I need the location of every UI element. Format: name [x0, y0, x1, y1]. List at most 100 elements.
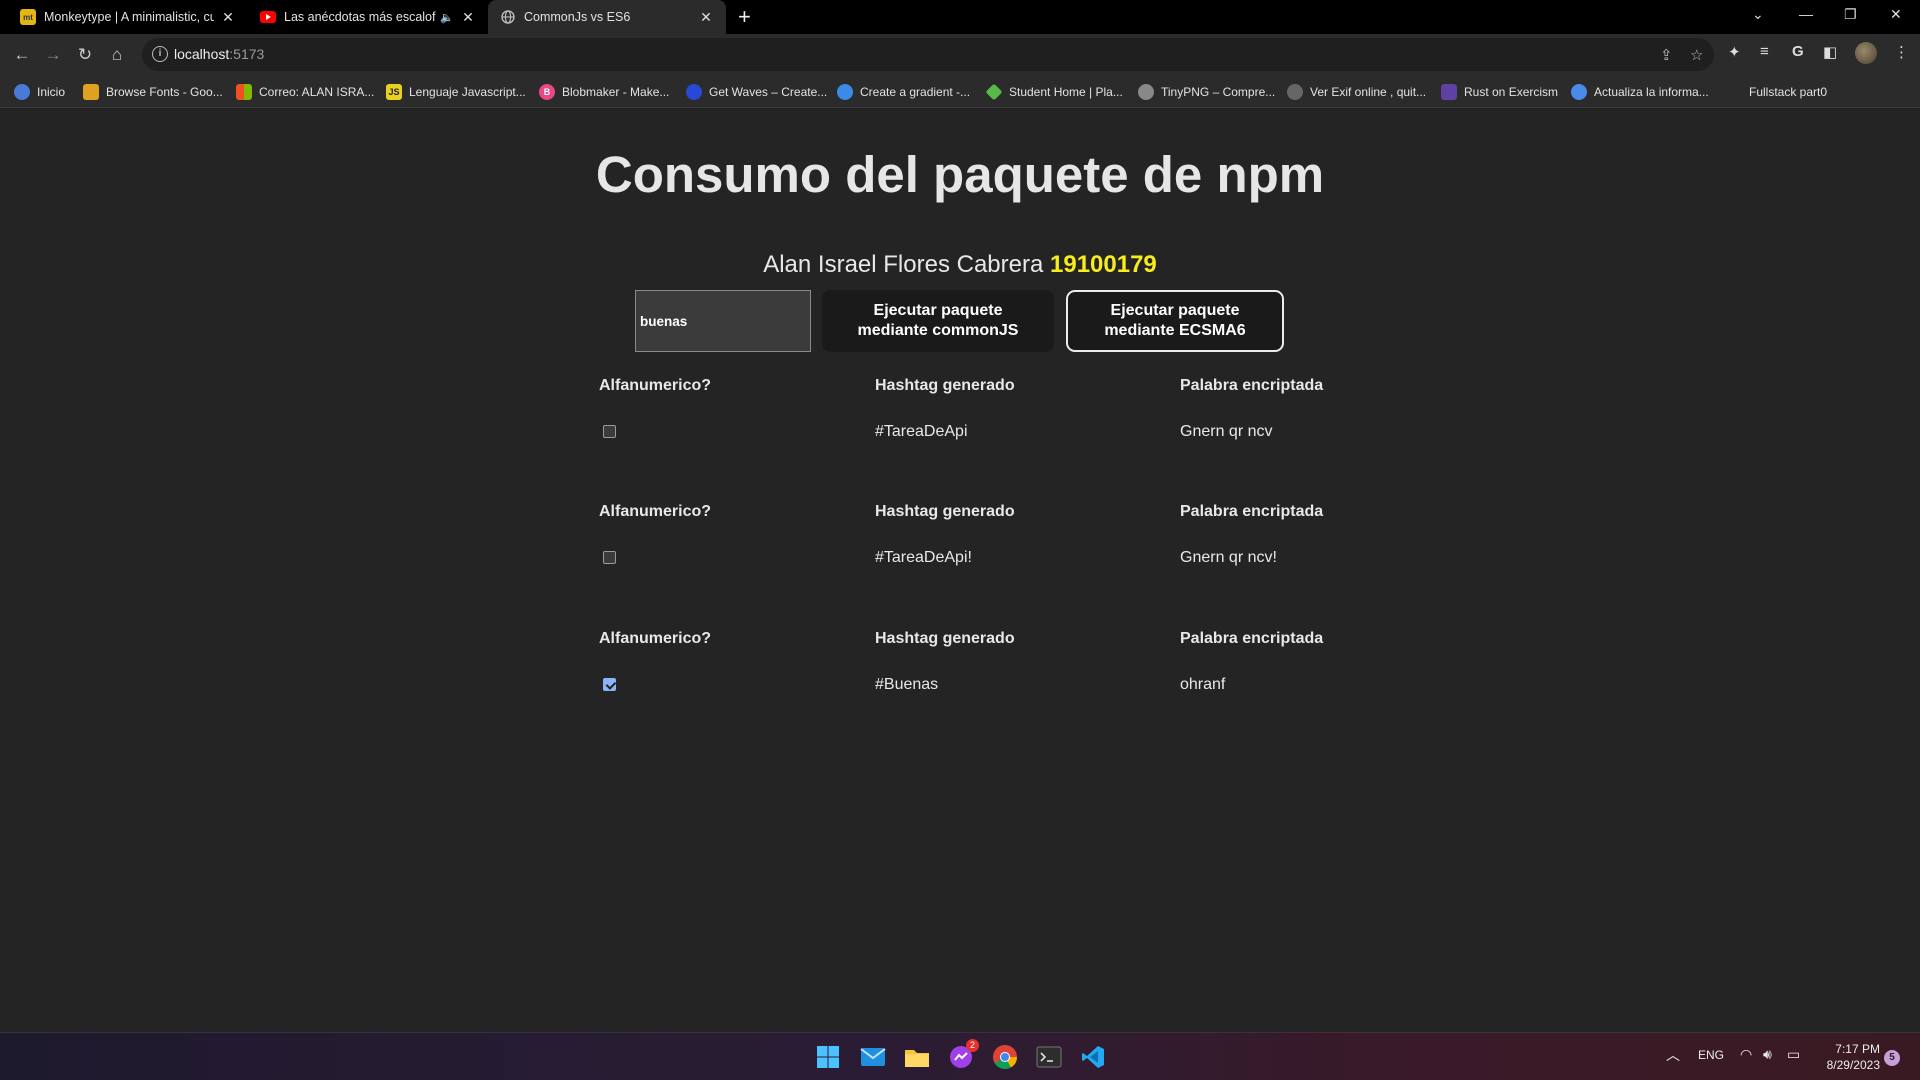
- tab-commonjs-vs-es6[interactable]: CommonJs vs ES6 ✕: [488, 0, 726, 34]
- alphanumeric-checkbox[interactable]: [603, 425, 616, 438]
- notification-badge[interactable]: 5: [1884, 1050, 1900, 1066]
- globe-icon: [500, 9, 516, 25]
- system-clock[interactable]: 7:17 PM 8/29/2023: [1816, 1041, 1880, 1073]
- clock-time: 7:17 PM: [1835, 1042, 1880, 1056]
- volume-icon[interactable]: 🔊︎: [1763, 1046, 1772, 1063]
- hashtag-value: #Buenas: [875, 676, 939, 693]
- bookmark-favicon-icon: [14, 84, 30, 100]
- header-hashtag: Hashtag generado: [875, 630, 1015, 647]
- bookmark-item[interactable]: Browse Fonts - Goo...: [83, 76, 223, 108]
- tab-youtube[interactable]: Las anécdotas más escalofria 🔈 ✕: [248, 0, 488, 34]
- author-name: Alan Israel Flores Cabrera: [763, 251, 1044, 278]
- youtube-icon: [260, 9, 276, 25]
- bookmark-item[interactable]: Student Home | Pla...: [985, 76, 1123, 108]
- header-hashtag: Hashtag generado: [875, 377, 1015, 394]
- bookmark-item[interactable]: Create a gradient -...: [837, 76, 970, 108]
- media-queue-icon[interactable]: ≡: [1760, 43, 1769, 60]
- bookmark-item[interactable]: Correo: ALAN ISRA...: [236, 76, 374, 108]
- tab-title: CommonJs vs ES6: [524, 10, 631, 24]
- messenger-badge: 2: [966, 1039, 979, 1052]
- menu-kebab-icon[interactable]: ⋮: [1894, 43, 1909, 61]
- tab-title: Monkeytype | A minimalistic, cus: [44, 10, 214, 24]
- header-alphanumeric: Alfanumerico?: [599, 503, 712, 520]
- platzi-icon: [985, 83, 1003, 101]
- browser-toolbar: ← → ↻ ⌂ i localhost:5173 ⇪ ☆ ✦ ≡ G ◧ ⋮: [0, 34, 1920, 76]
- vscode-icon[interactable]: [1077, 1041, 1109, 1073]
- header-encrypted: Palabra encriptada: [1180, 503, 1324, 520]
- mail-icon[interactable]: [857, 1041, 889, 1073]
- page-title: Consumo del paquete de npm: [595, 146, 1325, 203]
- alphanumeric-checkbox[interactable]: [603, 678, 616, 691]
- tinypng-icon: [1138, 84, 1154, 100]
- bookmark-star-icon[interactable]: ☆: [1690, 46, 1703, 64]
- window-close-icon[interactable]: ✕: [1890, 6, 1902, 23]
- header-encrypted: Palabra encriptada: [1180, 377, 1324, 394]
- profile-avatar[interactable]: [1855, 42, 1877, 64]
- messenger-icon[interactable]: 2: [945, 1039, 979, 1073]
- url-text[interactable]: localhost:5173: [174, 46, 264, 62]
- back-icon[interactable]: ←: [10, 43, 34, 67]
- bookmark-item[interactable]: Ver Exif online , quit...: [1287, 76, 1426, 108]
- bookmark-item[interactable]: Rust on Exercism: [1441, 76, 1558, 108]
- wifi-icon[interactable]: ◠: [1740, 1046, 1752, 1063]
- bookmark-item[interactable]: Inicio: [14, 76, 65, 108]
- forward-icon[interactable]: →: [41, 43, 65, 67]
- minimize-icon[interactable]: —: [1799, 6, 1813, 22]
- hashtag-value: #TareaDeApi: [875, 423, 968, 440]
- chrome-icon[interactable]: [989, 1041, 1021, 1073]
- tab-monkeytype[interactable]: mt Monkeytype | A minimalistic, cus ✕: [8, 0, 248, 34]
- tab-search-icon[interactable]: ⌄: [1752, 6, 1764, 23]
- file-explorer-icon[interactable]: [901, 1041, 933, 1073]
- bookmark-item[interactable]: B Blobmaker - Make...: [539, 76, 669, 108]
- bookmark-item[interactable]: Fullstack part0: [1726, 76, 1827, 108]
- terminal-icon[interactable]: [1033, 1041, 1065, 1073]
- windows-taskbar: 2 ︿ ENG ◠ 🔊︎ ▭ 7:17 PM 8/29/2023 5: [0, 1032, 1920, 1080]
- page-content: Consumo del paquete de npm Alan Israel F…: [0, 109, 1920, 1032]
- author-line: Alan Israel Flores Cabrera 19100179: [0, 251, 1920, 279]
- header-hashtag: Hashtag generado: [875, 503, 1015, 520]
- exercism-icon: [1441, 84, 1457, 100]
- alphanumeric-checkbox[interactable]: [603, 551, 616, 564]
- side-panel-icon[interactable]: ◧: [1823, 43, 1837, 61]
- close-icon[interactable]: ✕: [460, 9, 476, 26]
- bookmark-favicon-icon: [83, 84, 99, 100]
- speaker-icon[interactable]: 🔈: [440, 11, 454, 24]
- grammarly-icon[interactable]: G: [1792, 43, 1804, 60]
- share-icon[interactable]: ⇪: [1660, 46, 1673, 64]
- new-tab-button[interactable]: +: [738, 5, 751, 29]
- battery-icon[interactable]: ▭: [1787, 1046, 1800, 1063]
- home-icon[interactable]: ⌂: [105, 43, 129, 67]
- address-bar[interactable]: i localhost:5173 ⇪ ☆: [142, 38, 1714, 71]
- bookmark-item[interactable]: TinyPNG – Compre...: [1138, 76, 1275, 108]
- bookmark-item[interactable]: JS Lenguaje Javascript...: [386, 76, 526, 108]
- header-encrypted: Palabra encriptada: [1180, 630, 1324, 647]
- globe-icon: [1287, 84, 1303, 100]
- restore-icon[interactable]: ❐: [1844, 6, 1857, 23]
- language-indicator[interactable]: ENG: [1698, 1048, 1724, 1062]
- blobmaker-icon: B: [539, 84, 555, 100]
- windows-start-icon[interactable]: [812, 1041, 844, 1073]
- show-hidden-icons-icon[interactable]: ︿: [1666, 1045, 1680, 1065]
- bookmarks-bar: Inicio Browse Fonts - Goo... Correo: ALA…: [0, 76, 1920, 108]
- extensions-icon[interactable]: ✦: [1728, 43, 1741, 61]
- waves-icon: [686, 84, 702, 100]
- word-input[interactable]: buenas: [635, 290, 811, 352]
- encrypted-value: Gnern qr ncv: [1180, 423, 1273, 440]
- bookmark-item[interactable]: Actualiza la informa...: [1571, 76, 1709, 108]
- run-es6-button[interactable]: Ejecutar paquete mediante ECSMA6: [1066, 290, 1284, 352]
- site-info-icon[interactable]: i: [152, 46, 168, 62]
- gradient-icon: [837, 84, 853, 100]
- header-alphanumeric: Alfanumerico?: [599, 630, 712, 647]
- close-icon[interactable]: ✕: [698, 9, 714, 26]
- bookmark-item[interactable]: Get Waves – Create...: [686, 76, 827, 108]
- bookmark-favicon-icon: [1726, 84, 1742, 100]
- tab-title: Las anécdotas más escalofria: [284, 10, 437, 24]
- reload-icon[interactable]: ↻: [73, 43, 97, 67]
- javascript-icon: JS: [386, 84, 402, 100]
- run-commonjs-button[interactable]: Ejecutar paquete mediante commonJS: [822, 290, 1054, 352]
- microsoft-icon: [236, 84, 252, 100]
- student-id: 19100179: [1050, 251, 1157, 278]
- encrypted-value: ohranf: [1180, 676, 1226, 693]
- close-icon[interactable]: ✕: [220, 9, 236, 26]
- tab-strip: mt Monkeytype | A minimalistic, cus ✕ La…: [0, 0, 1920, 34]
